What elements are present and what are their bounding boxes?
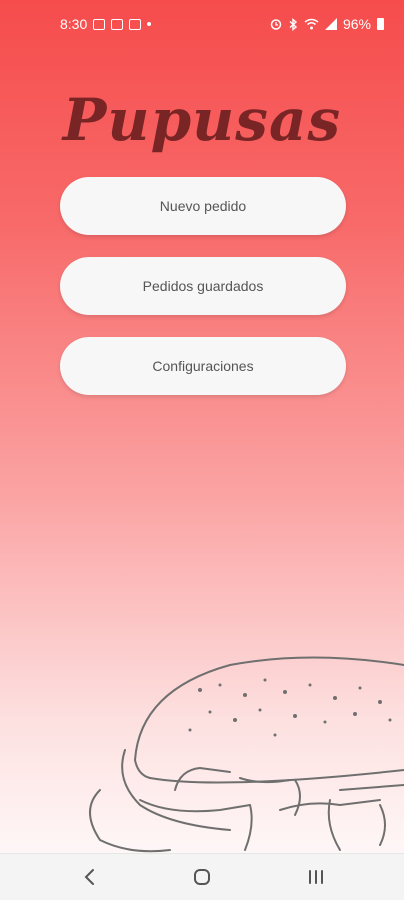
recent-apps-icon[interactable]	[306, 869, 326, 885]
new-order-button[interactable]: Nuevo pedido	[60, 177, 346, 235]
bluetooth-icon	[289, 17, 298, 31]
app-logo-title: Pupusas	[62, 86, 342, 154]
status-right: 96%	[270, 16, 384, 32]
wifi-icon	[304, 18, 319, 30]
status-time: 8:30	[60, 16, 88, 32]
battery-percent: 96%	[342, 16, 371, 32]
settings-button[interactable]: Configuraciones	[60, 337, 346, 395]
notification-icon	[93, 18, 106, 30]
signal-icon	[324, 18, 337, 30]
pupusa-illustration	[89, 656, 404, 853]
system-nav-bar	[0, 853, 404, 900]
home-icon[interactable]	[193, 868, 211, 886]
back-icon[interactable]	[82, 868, 98, 886]
battery-icon	[377, 18, 384, 30]
status-left: 8:30	[60, 16, 152, 32]
message-icon	[129, 18, 142, 30]
saved-orders-button[interactable]: Pedidos guardados	[60, 257, 346, 315]
status-bar: 8:30 96%	[0, 0, 404, 48]
dot-icon	[147, 22, 152, 26]
linkedin-icon	[111, 18, 124, 30]
alarm-icon	[270, 19, 282, 30]
